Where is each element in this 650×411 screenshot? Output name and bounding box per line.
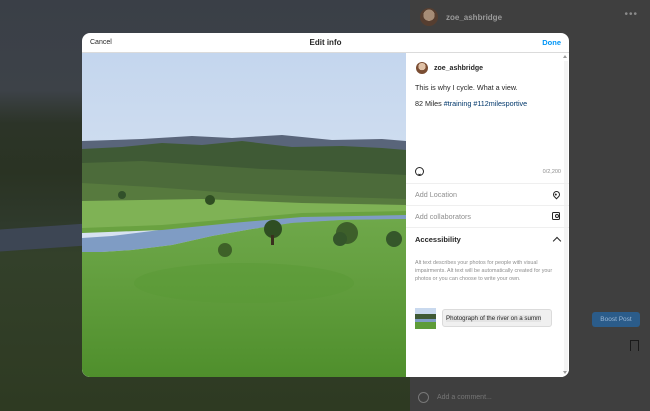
scroll-down-arrow-icon[interactable] <box>563 371 567 374</box>
caption-line[interactable]: This is why I cycle. What a view. <box>415 83 561 92</box>
add-collaborators-row[interactable]: Add collaborators <box>415 206 560 226</box>
caption-footer: 0/2,200 <box>415 167 561 176</box>
chevron-up-icon[interactable] <box>552 236 562 245</box>
dialog-header: Cancel Edit info Done <box>82 33 569 53</box>
comment-input[interactable]: Add a comment... <box>437 394 492 401</box>
post-photo <box>82 53 406 377</box>
photo-thumbnail <box>415 307 436 329</box>
comment-bar: Add a comment... <box>410 384 650 411</box>
edit-info-dialog: Cancel Edit info Done zoe_ashbridge This… <box>82 33 569 377</box>
accessibility-heading: Accessibility <box>415 234 461 244</box>
accessibility-description: Alt text describes your photos for peopl… <box>415 260 553 282</box>
divider <box>406 227 569 228</box>
emoji-icon[interactable] <box>415 167 424 176</box>
bookmark-icon[interactable] <box>630 340 639 351</box>
boost-post-button[interactable]: Boost Post <box>592 312 640 327</box>
alt-text-row: Photograph of the river on a summ <box>415 307 561 329</box>
avatar[interactable] <box>420 8 438 26</box>
collaborators-icon <box>552 212 560 220</box>
hashtag: #training <box>443 99 472 109</box>
location-pin-icon <box>551 189 562 199</box>
scrollbar[interactable] <box>564 61 568 371</box>
scroll-up-arrow-icon[interactable] <box>563 55 567 58</box>
caption-textarea[interactable]: This is why I cycle. What a view. 82 Mil… <box>415 83 561 116</box>
more-horizontal-icon[interactable]: ••• <box>624 9 638 20</box>
add-location-input[interactable]: Add Location <box>415 190 457 199</box>
done-button[interactable]: Done <box>542 38 561 47</box>
cancel-button[interactable]: Cancel <box>90 39 112 46</box>
add-location-row[interactable]: Add Location <box>415 184 562 204</box>
alt-text-input[interactable]: Photograph of the river on a summ <box>442 309 552 327</box>
hashtag: #112milesportive <box>473 99 528 109</box>
background-username[interactable]: zoe_ashbridge <box>446 13 502 22</box>
avatar <box>416 62 428 74</box>
instagram-edit-screen: zoe_ashbridge ••• Boost Post Add a comme… <box>0 0 650 411</box>
edit-info-side-panel: zoe_ashbridge This is why I cycle. What … <box>406 53 569 377</box>
emoji-icon[interactable] <box>418 392 429 403</box>
post-author: zoe_ashbridge <box>416 62 483 74</box>
username: zoe_ashbridge <box>434 64 484 72</box>
accessibility-toggle[interactable]: Accessibility <box>415 229 562 249</box>
dialog-title: Edit info <box>309 38 342 47</box>
alt-text-value: Photograph of the river on a summ <box>446 314 542 322</box>
background-post-header: zoe_ashbridge <box>420 8 502 26</box>
caption-text: 82 Miles <box>415 99 444 109</box>
character-count: 0/2,200 <box>542 168 561 175</box>
add-collaborators-input[interactable]: Add collaborators <box>415 212 471 221</box>
caption-line[interactable]: 82 Miles #training #112milesportive <box>415 99 561 108</box>
